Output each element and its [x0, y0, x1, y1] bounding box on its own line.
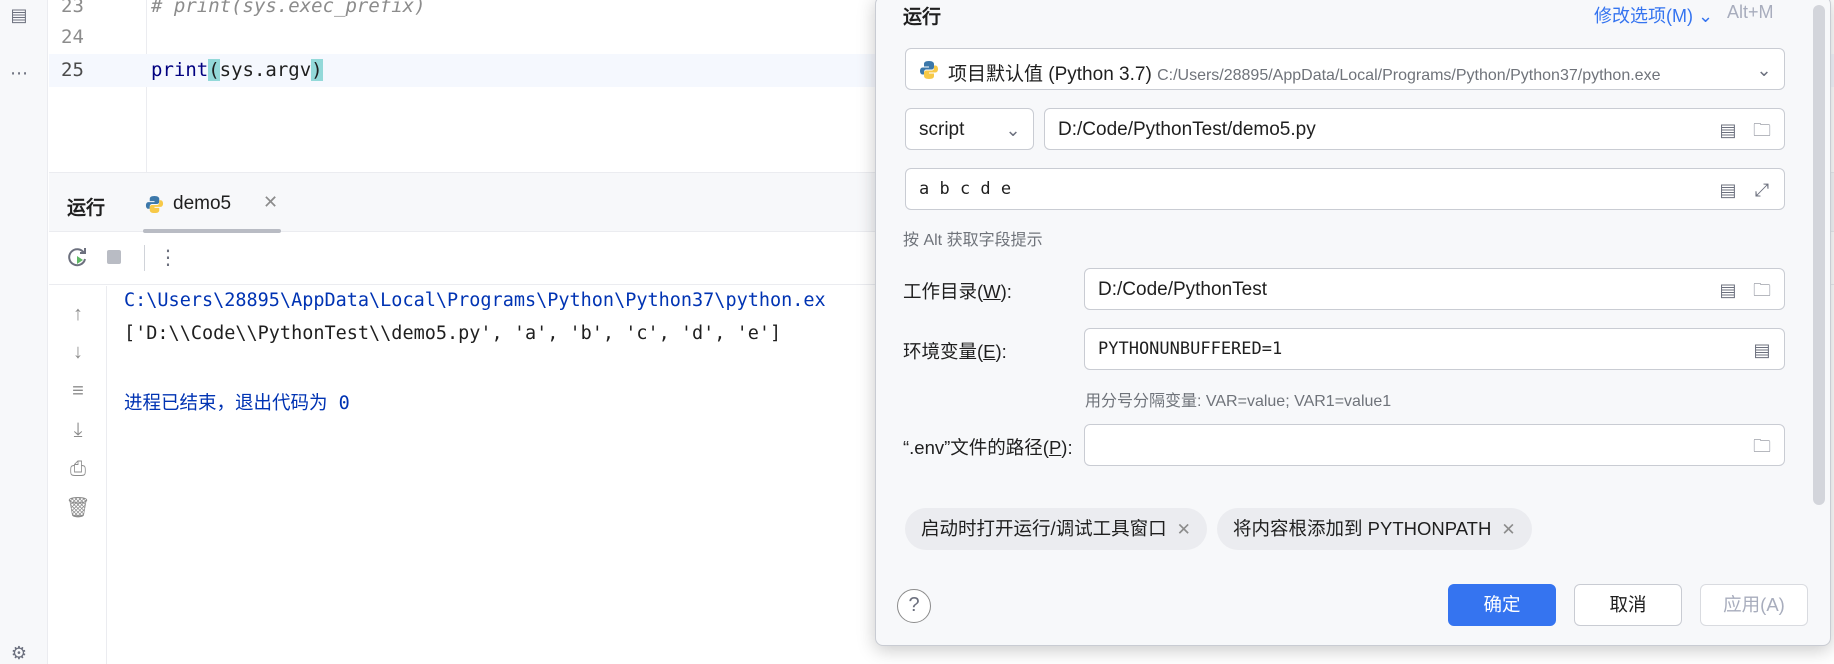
code-function: print — [151, 59, 209, 81]
tab-label: demo5 — [173, 193, 232, 214]
print-icon[interactable]: ⎙ — [65, 456, 91, 482]
structure-icon[interactable]: ▤ — [6, 2, 32, 28]
expand-icon[interactable]: ⤢ — [1750, 178, 1774, 202]
paren-open: ( — [208, 59, 220, 81]
parameters-value: a b c d e — [919, 179, 1012, 199]
modify-options-label: 修改选项(M) — [1594, 6, 1693, 26]
folder-icon[interactable]: 🗀 — [1750, 278, 1774, 302]
document-icon[interactable]: ▤ — [1716, 118, 1740, 142]
line-number: 23 — [61, 0, 84, 17]
interpreter-name: 项目默认值 (Python 3.7) — [948, 64, 1152, 85]
code-text: print(sys.argv) — [151, 54, 323, 87]
close-icon[interactable]: ✕ — [1501, 520, 1515, 539]
document-icon[interactable]: ▤ — [1716, 278, 1740, 302]
chip-open-run-window[interactable]: 启动时打开运行/调试工具窗口 ✕ — [905, 508, 1207, 550]
run-panel-title: 运行 — [67, 198, 106, 219]
line-number: 25 — [61, 59, 84, 81]
alt-hint-text: 按 Alt 获取字段提示 — [903, 232, 1043, 249]
tab-demo5[interactable]: demo5 ✕ — [143, 173, 283, 233]
modify-options-shortcut: Alt+M — [1727, 2, 1774, 22]
script-type-select[interactable]: script ⌄ — [905, 108, 1034, 150]
trash-icon[interactable]: 🗑 — [65, 495, 91, 521]
help-icon[interactable]: ? — [897, 589, 931, 623]
paren-close: ) — [311, 59, 323, 81]
cancel-button[interactable]: 取消 — [1574, 584, 1682, 626]
toolbar-divider — [144, 245, 145, 271]
folder-icon[interactable]: 🗀 — [1750, 434, 1774, 458]
document-icon[interactable]: ▤ — [1750, 338, 1774, 362]
console-side-toolbar: ↑ ↓ ≡ ⤓ ⎙ 🗑 — [49, 286, 107, 664]
script-type-value: script — [919, 119, 965, 140]
ok-button[interactable]: 确定 — [1448, 584, 1556, 626]
console-exit-line: 进程已结束，退出代码为 0 — [124, 393, 350, 414]
env-file-label: “.env”文件的路径(P): — [903, 437, 1073, 458]
settings-icon[interactable]: ⚙ — [6, 640, 32, 664]
python-icon — [145, 195, 164, 214]
left-tool-strip: ▤ ⋯ ⚙ — [0, 0, 48, 664]
env-file-input[interactable]: 🗀 — [1084, 424, 1785, 466]
env-vars-label: 环境变量(E): — [903, 341, 1007, 362]
console-interpreter-path[interactable]: C:\Users\28895\AppData\Local\Programs\Py… — [124, 290, 826, 311]
env-vars-input[interactable]: PYTHONUNBUFFERED=1 ▤ — [1084, 328, 1785, 370]
console-output-line: ['D:\\Code\\PythonTest\\demo5.py', 'a', … — [124, 323, 782, 344]
working-dir-value: D:/Code/PythonTest — [1098, 279, 1267, 300]
modify-options-link[interactable]: 修改选项(M) ⌄ — [1594, 2, 1713, 28]
soft-wrap-icon[interactable]: ≡ — [65, 378, 91, 404]
stop-icon[interactable] — [101, 245, 127, 271]
working-dir-input[interactable]: D:/Code/PythonTest ▤ 🗀 — [1084, 268, 1785, 310]
interpreter-value: 项目默认值 (Python 3.7) C:/Users/28895/AppDat… — [948, 59, 1660, 86]
interpreter-path: C:/Users/28895/AppData/Local/Programs/Py… — [1157, 67, 1661, 84]
dialog-section-title: 运行 — [903, 7, 942, 28]
script-path-input[interactable]: D:/Code/PythonTest/demo5.py ▤ 🗀 — [1044, 108, 1785, 150]
document-icon[interactable]: ▤ — [1716, 178, 1740, 202]
interpreter-select[interactable]: 项目默认值 (Python 3.7) C:/Users/28895/AppDat… — [905, 48, 1785, 90]
apply-button[interactable]: 应用(A) — [1700, 584, 1808, 626]
chevron-down-icon: ⌄ — [1698, 6, 1714, 26]
chip-add-content-roots[interactable]: 将内容根添加到 PYTHONPATH ✕ — [1217, 508, 1532, 550]
working-dir-label: 工作目录(W): — [903, 281, 1012, 302]
line-number: 24 — [61, 26, 84, 48]
scroll-to-end-icon[interactable]: ⤓ — [65, 417, 91, 443]
folder-icon[interactable]: 🗀 — [1750, 118, 1774, 142]
env-vars-value: PYTHONUNBUFFERED=1 — [1098, 339, 1283, 359]
script-path-value: D:/Code/PythonTest/demo5.py — [1058, 119, 1316, 140]
dialog-scrollbar[interactable] — [1813, 5, 1825, 505]
arrow-down-icon[interactable]: ↓ — [65, 339, 91, 365]
chevron-down-icon: ⌄ — [1005, 120, 1021, 140]
code-argument: sys.argv — [219, 59, 312, 81]
arrow-up-icon[interactable]: ↑ — [65, 301, 91, 327]
more-tools-icon[interactable]: ⋯ — [6, 60, 32, 86]
chevron-down-icon: ⌄ — [1756, 60, 1772, 80]
close-icon[interactable]: ✕ — [1177, 520, 1191, 539]
rerun-icon[interactable] — [65, 245, 91, 271]
env-vars-hint: 用分号分隔变量: VAR=value; VAR1=value1 — [1085, 393, 1392, 410]
python-icon — [920, 61, 938, 79]
code-text: # print(sys.exec_prefix) — [151, 0, 426, 17]
more-options-icon[interactable]: ⋮ — [155, 245, 181, 271]
close-icon[interactable]: ✕ — [263, 192, 278, 213]
script-parameters-input[interactable]: a b c d e ▤ ⤢ — [905, 168, 1785, 210]
run-configuration-dialog: 运行 修改选项(M) ⌄ Alt+M 项目默认值 (Python 3.7) C:… — [875, 0, 1831, 646]
